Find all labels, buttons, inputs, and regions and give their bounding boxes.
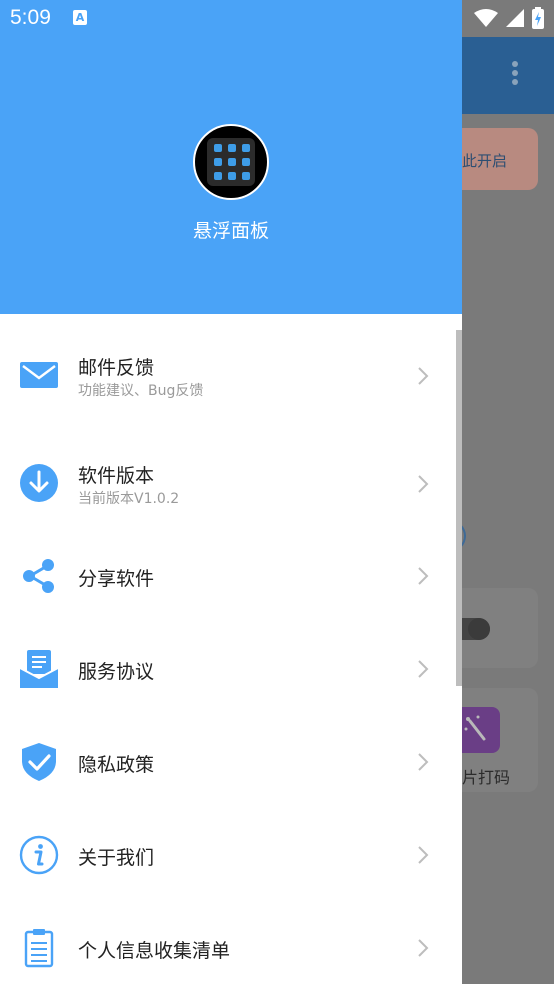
- wifi-icon: [474, 9, 498, 27]
- info-icon: [19, 835, 59, 875]
- mail-icon: [20, 362, 58, 388]
- background-card-text: 此开启: [462, 152, 508, 170]
- chevron-right-icon: [418, 846, 429, 864]
- shield-check-icon: [22, 743, 56, 781]
- chevron-right-icon: [418, 567, 429, 585]
- agreement-icon: [19, 650, 59, 688]
- menu-item-title: 分享软件: [78, 568, 155, 590]
- chevron-right-icon: [418, 660, 429, 678]
- menu-item-subtitle: 功能建议、Bug反馈: [78, 383, 204, 399]
- menu-item-service-agreement[interactable]: 服务协议: [0, 623, 456, 715]
- chevron-right-icon: [418, 939, 429, 957]
- status-icons: [474, 7, 544, 29]
- app-name: 悬浮面板: [192, 220, 269, 242]
- menu-item-title: 隐私政策: [78, 754, 155, 776]
- menu-item-title: 个人信息收集清单: [78, 940, 231, 962]
- app-avatar[interactable]: [193, 124, 269, 200]
- clipboard-icon: [24, 929, 54, 968]
- chevron-right-icon: [418, 475, 429, 493]
- menu-item-title: 软件版本: [78, 465, 155, 487]
- status-bar: 5:09 A: [0, 0, 554, 37]
- menu-item-personal-info-list[interactable]: 个人信息收集清单: [0, 902, 456, 984]
- menu-item-title: 服务协议: [78, 661, 155, 683]
- drawer-header: 悬浮面板: [0, 0, 462, 314]
- menu-item-email-feedback[interactable]: 邮件反馈 功能建议、Bug反馈: [0, 330, 456, 422]
- chevron-right-icon: [418, 367, 429, 385]
- chevron-right-icon: [418, 753, 429, 771]
- menu-item-privacy-policy[interactable]: 隐私政策: [0, 716, 456, 808]
- menu-item-title: 关于我们: [78, 847, 155, 869]
- menu-item-software-version[interactable]: 软件版本 当前版本V1.0.2: [0, 438, 456, 530]
- menu-item-title: 邮件反馈: [78, 357, 155, 379]
- more-options-icon: [508, 61, 522, 91]
- navigation-drawer: 悬浮面板 邮件反馈 功能建议、Bug反馈 软件版本 当前版本V1.0.2 分享软…: [0, 0, 462, 984]
- menu-item-subtitle: 当前版本V1.0.2: [78, 491, 180, 507]
- menu-item-about-us[interactable]: 关于我们: [0, 809, 456, 901]
- notification-icon: A: [73, 10, 87, 25]
- grid-icon: [207, 138, 255, 186]
- menu-item-share-software[interactable]: 分享软件: [0, 530, 456, 622]
- status-time: 5:09: [10, 6, 51, 29]
- download-icon: [20, 464, 58, 502]
- signal-icon: [506, 9, 524, 27]
- battery-icon: [532, 7, 544, 29]
- share-icon: [23, 559, 54, 593]
- background-card-text: 片打码: [462, 768, 511, 787]
- drawer-scrollbar[interactable]: [456, 330, 462, 686]
